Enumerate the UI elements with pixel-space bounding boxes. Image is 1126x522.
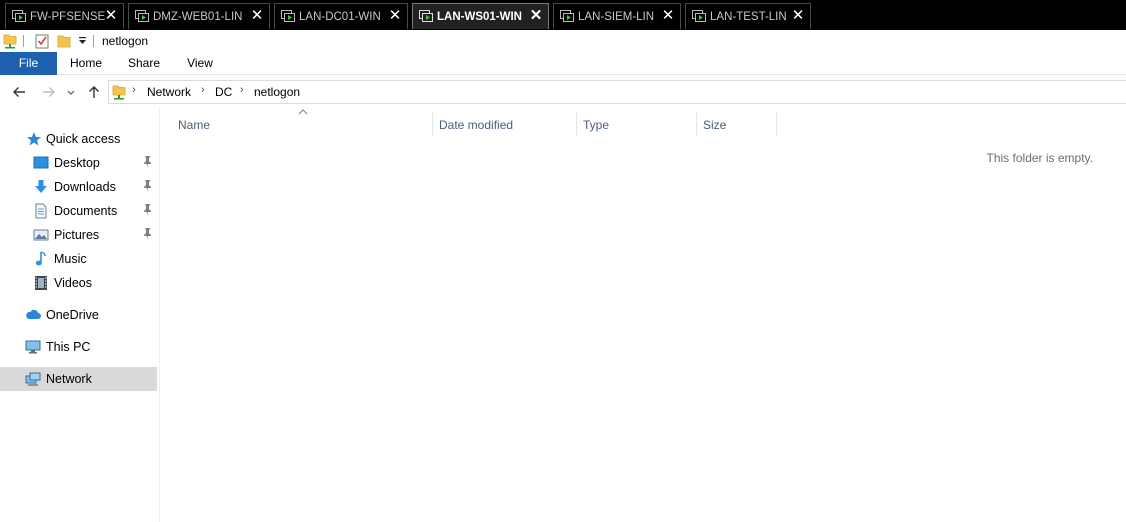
column-header-size[interactable]: Size [697, 112, 776, 136]
music-note-icon [35, 251, 46, 266]
sidebar-item-pictures[interactable]: Pictures [0, 223, 157, 247]
star-icon [27, 132, 41, 146]
pin-icon[interactable] [142, 203, 154, 217]
sidebar-item-this-pc[interactable]: This PC [0, 335, 157, 359]
customize-toolbar-dropdown-icon[interactable] [78, 36, 87, 46]
column-header-label: Date modified [439, 118, 514, 132]
up-arrow-icon[interactable] [86, 84, 102, 100]
computer-monitor-icon [25, 340, 41, 354]
vm-console-icon [281, 10, 295, 22]
network-icon [25, 372, 41, 386]
properties-icon[interactable] [35, 33, 49, 49]
document-icon [35, 203, 47, 219]
vm-tab-label: FW-PFSENSE [30, 11, 106, 23]
sidebar-item-label: Downloads [54, 180, 116, 194]
column-header-label: Name [178, 118, 211, 132]
vm-tab-lan-ws01-win[interactable]: LAN-WS01-WIN ✕ [412, 3, 549, 29]
breadcrumb-dc[interactable]: DC [215, 85, 232, 99]
picture-icon [33, 229, 49, 241]
close-icon[interactable]: ✕ [387, 7, 403, 25]
cloud-icon [26, 309, 41, 319]
window-title: netlogon [102, 34, 149, 48]
network-folder-icon [3, 34, 17, 49]
tab-file[interactable]: File [0, 52, 57, 75]
pin-icon[interactable] [142, 227, 154, 241]
column-header-label: Type [583, 118, 610, 132]
download-arrow-icon [35, 180, 47, 193]
empty-folder-message: This folder is empty. [986, 151, 1093, 165]
breadcrumb-separator[interactable]: › [132, 84, 136, 96]
sidebar-item-documents[interactable]: Documents [0, 199, 157, 223]
address-bar[interactable]: › Network › DC › netlogon [108, 80, 1126, 104]
sidebar-item-label: Desktop [54, 156, 100, 170]
tab-share[interactable]: Share [122, 52, 166, 75]
film-icon [35, 276, 47, 290]
sidebar-item-music[interactable]: Music [0, 247, 157, 271]
vm-tab-label: LAN-TEST-LIN [710, 11, 787, 23]
forward-arrow-icon[interactable] [41, 84, 57, 100]
column-header-date-modified[interactable]: Date modified [433, 112, 577, 136]
pin-icon[interactable] [142, 179, 154, 193]
close-icon[interactable]: ✕ [528, 7, 544, 25]
breadcrumb-netlogon[interactable]: netlogon [254, 85, 300, 99]
pin-icon[interactable] [142, 155, 154, 169]
sidebar-item-label: This PC [46, 340, 91, 354]
sidebar-item-label: Music [54, 252, 87, 266]
vm-tab-label: LAN-WS01-WIN [437, 11, 522, 23]
sidebar-item-videos[interactable]: Videos [0, 271, 157, 295]
vm-console-icon [12, 10, 26, 22]
tab-view[interactable]: View [180, 52, 220, 75]
column-header-type[interactable]: Type [577, 112, 696, 136]
close-icon[interactable]: ✕ [249, 7, 265, 25]
close-icon[interactable]: ✕ [660, 7, 676, 25]
desktop-icon [33, 156, 49, 169]
sidebar-item-label: Videos [54, 276, 92, 290]
vm-console-icon [419, 10, 433, 22]
sidebar-item-onedrive[interactable]: OneDrive [0, 303, 157, 327]
breadcrumb-separator[interactable]: › [201, 84, 205, 96]
navigation-pane: Quick access Desktop Downloads Documents… [0, 108, 160, 522]
ribbon-tabs: File Home Share View [0, 52, 1126, 75]
column-divider[interactable] [776, 112, 777, 136]
sidebar-item-quick-access[interactable]: Quick access [0, 127, 157, 151]
vm-tab-lan-test-lin[interactable]: LAN-TEST-LIN ✕ [685, 3, 811, 29]
sidebar-item-label: Quick access [46, 132, 121, 146]
vm-tab-strip: FW-PFSENSE ✕ DMZ-WEB01-LIN ✕ LAN-DC01-WI… [0, 0, 1126, 30]
sidebar-item-label: Network [46, 372, 92, 386]
close-icon[interactable]: ✕ [103, 7, 119, 25]
navigation-bar: › Network › DC › netlogon [0, 76, 1126, 108]
breadcrumb-network[interactable]: Network [147, 85, 191, 99]
vm-tab-lan-siem-lin[interactable]: LAN-SIEM-LIN ✕ [553, 3, 681, 29]
back-arrow-icon[interactable] [11, 84, 27, 100]
file-list-pane[interactable]: Name Date modified Type Size This folder… [160, 108, 1126, 522]
vm-console-icon [692, 10, 706, 22]
toolbar-separator [93, 35, 94, 47]
recent-locations-chevron-down-icon[interactable] [66, 84, 76, 100]
vm-tab-label: DMZ-WEB01-LIN [153, 11, 243, 23]
breadcrumb-separator[interactable]: › [240, 84, 244, 96]
vm-console-icon [135, 10, 149, 22]
close-icon[interactable]: ✕ [790, 7, 806, 25]
toolbar-separator [23, 35, 24, 47]
vm-tab-fw-pfsense[interactable]: FW-PFSENSE ✕ [5, 3, 124, 29]
sidebar-item-label: OneDrive [46, 308, 99, 322]
vm-tab-dmz-web01-lin[interactable]: DMZ-WEB01-LIN ✕ [128, 3, 270, 29]
new-folder-icon[interactable] [57, 33, 71, 49]
network-folder-icon [112, 85, 126, 100]
vm-console-icon [560, 10, 574, 22]
quick-access-toolbar: netlogon [0, 30, 1126, 52]
sidebar-item-downloads[interactable]: Downloads [0, 175, 157, 199]
sidebar-item-network[interactable]: Network [0, 367, 157, 391]
column-header-label: Size [703, 118, 727, 132]
sidebar-item-desktop[interactable]: Desktop [0, 151, 157, 175]
sidebar-item-label: Documents [54, 204, 118, 218]
vm-tab-label: LAN-SIEM-LIN [578, 11, 655, 23]
tab-home[interactable]: Home [64, 52, 108, 75]
column-header-name[interactable]: Name [172, 112, 432, 136]
vm-tab-label: LAN-DC01-WIN [299, 11, 381, 23]
vm-tab-lan-dc01-win[interactable]: LAN-DC01-WIN ✕ [274, 3, 408, 29]
sidebar-item-label: Pictures [54, 228, 100, 242]
